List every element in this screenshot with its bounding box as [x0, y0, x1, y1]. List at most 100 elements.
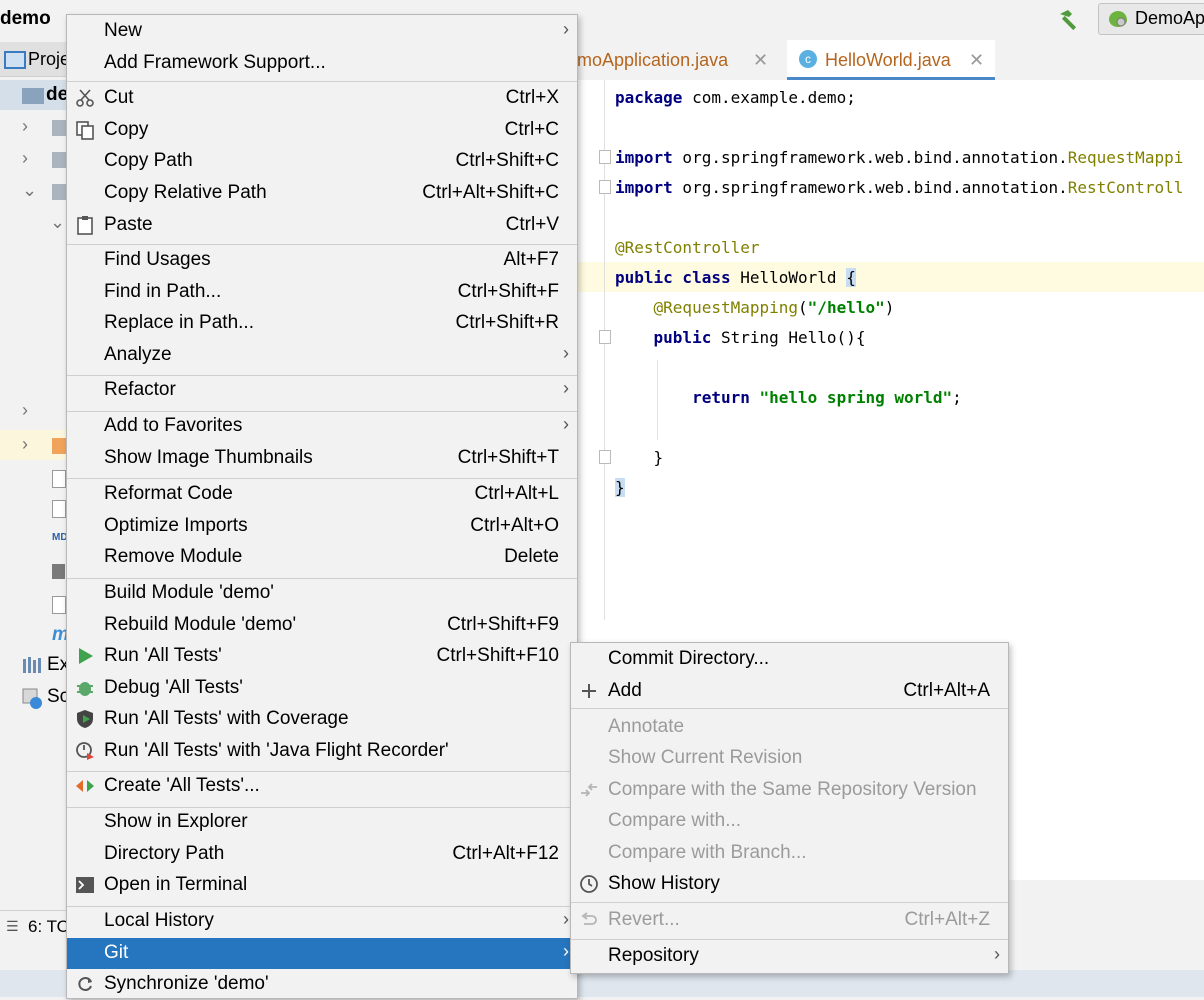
- ctx-item-debug-all-tests[interactable]: Debug 'All Tests': [67, 673, 577, 704]
- tab-close-icon[interactable]: ✕: [753, 40, 768, 80]
- git-item-compare-with-the-same-repository-version[interactable]: Compare with the Same Repository Version: [571, 775, 1008, 806]
- tab-label: HelloWorld.java: [825, 50, 951, 70]
- debug-icon: [75, 678, 95, 698]
- tree-root-label: de: [46, 84, 69, 105]
- fold-marker-icon[interactable]: [599, 180, 611, 194]
- ctx-item-remove-module[interactable]: Remove Module Delete: [67, 542, 577, 573]
- ctx-item-optimize-imports[interactable]: Optimize Imports Ctrl+Alt+O: [67, 511, 577, 542]
- menu-item-label: Replace in Path...: [104, 312, 254, 333]
- menu-item-label: Show Current Revision: [608, 747, 803, 768]
- build-hammer-icon[interactable]: [1056, 7, 1082, 33]
- tree-collapse-icon[interactable]: ⌄: [50, 212, 65, 233]
- git-item-commit-directory[interactable]: Commit Directory...: [571, 644, 1008, 675]
- menu-item-label: Copy Relative Path: [104, 182, 267, 203]
- git-item-repository[interactable]: Repository ›: [571, 941, 1008, 972]
- git-item-revert[interactable]: Revert... Ctrl+Alt+Z: [571, 905, 1008, 936]
- git-submenu: Commit Directory... Add Ctrl+Alt+A Annotate…: [570, 642, 1009, 974]
- ctx-item-create-all-tests[interactable]: Create 'All Tests'...: [67, 771, 577, 802]
- menu-item-label: Compare with...: [608, 810, 742, 831]
- ctx-item-replace-in-path[interactable]: Replace in Path... Ctrl+Shift+R: [67, 308, 577, 339]
- tab-label: emoApplication.java: [567, 50, 729, 70]
- menu-item-label: Show in Explorer: [104, 811, 248, 832]
- ctx-item-run-all-tests-with-coverage[interactable]: Run 'All Tests' with Coverage: [67, 704, 577, 735]
- menu-item-label: Debug 'All Tests': [104, 677, 243, 698]
- ctx-item-synchronize-demo[interactable]: Synchronize 'demo': [67, 969, 577, 1000]
- tree-expand-icon[interactable]: ›: [22, 434, 28, 455]
- ctx-item-rebuild-module-demo[interactable]: Rebuild Module 'demo' Ctrl+Shift+F9: [67, 610, 577, 641]
- project-tab-label: Proje: [28, 49, 71, 69]
- project-tool-window: [0, 40, 66, 940]
- project-title: demo: [0, 8, 51, 29]
- ctx-item-new[interactable]: New ›: [67, 16, 577, 47]
- tab-demo-application[interactable]: emoApplication.java ✕: [567, 40, 779, 80]
- ctx-item-open-in-terminal[interactable]: Open in Terminal: [67, 870, 577, 901]
- submenu-arrow-icon: ›: [563, 343, 569, 363]
- menu-item-label: Reformat Code: [104, 483, 233, 504]
- file-icon: [52, 500, 66, 518]
- file-icon: [52, 596, 66, 614]
- code-line-6: @RestController: [615, 238, 760, 257]
- tree-expand-icon[interactable]: ›: [22, 116, 28, 137]
- code-area[interactable]: package com.example.demo; import org.spr…: [575, 80, 1204, 600]
- ctx-item-directory-path[interactable]: Directory Path Ctrl+Alt+F12: [67, 839, 577, 870]
- project-view-header[interactable]: Proje: [0, 42, 70, 77]
- module-folder-icon: [22, 88, 44, 104]
- ctx-item-build-module-demo[interactable]: Build Module 'demo': [67, 578, 577, 609]
- editor-tab-bar: emoApplication.java ✕ c HelloWorld.java …: [567, 40, 1204, 81]
- code-line-1: package com.example.demo;: [615, 88, 856, 107]
- ctx-item-add-to-favorites[interactable]: Add to Favorites ›: [67, 411, 577, 442]
- ctx-item-paste[interactable]: Paste Ctrl+V: [67, 210, 577, 241]
- ctx-item-run-all-tests-with-java-flight-recorder[interactable]: Run 'All Tests' with 'Java Flight Record…: [67, 736, 577, 767]
- terminal-icon: [75, 875, 95, 895]
- menu-item-shortcut: Ctrl+Shift+F9: [447, 614, 559, 635]
- tree-row-highlighted[interactable]: ›: [0, 430, 66, 460]
- menu-item-label: Cut: [104, 87, 134, 108]
- menu-item-label: Create 'All Tests'...: [104, 775, 260, 796]
- fold-marker-icon[interactable]: [599, 450, 611, 464]
- tree-row-root[interactable]: de: [0, 80, 69, 110]
- git-item-show-current-revision[interactable]: Show Current Revision: [571, 743, 1008, 774]
- profiler-icon: [75, 741, 95, 761]
- menu-separator: [571, 902, 1008, 903]
- ctx-item-refactor[interactable]: Refactor ›: [67, 375, 577, 406]
- run-configuration-select[interactable]: DemoAp: [1098, 3, 1204, 35]
- sync-icon: [75, 974, 95, 994]
- menu-item-label: Remove Module: [104, 546, 243, 567]
- ctx-item-copy-path[interactable]: Copy Path Ctrl+Shift+C: [67, 146, 577, 177]
- tree-collapse-icon[interactable]: ⌄: [22, 180, 37, 201]
- fold-marker-icon[interactable]: [599, 330, 611, 344]
- clock-icon: [579, 874, 599, 894]
- menu-item-label: Compare with Branch...: [608, 842, 807, 863]
- ctx-item-git[interactable]: Git ›: [67, 938, 577, 969]
- menu-item-label: Rebuild Module 'demo': [104, 614, 297, 635]
- tab-close-icon[interactable]: ✕: [969, 40, 984, 80]
- git-item-add[interactable]: Add Ctrl+Alt+A: [571, 676, 1008, 707]
- ctx-item-cut[interactable]: Cut Ctrl+X: [67, 83, 577, 114]
- git-item-show-history[interactable]: Show History: [571, 869, 1008, 900]
- ctx-item-run-all-tests[interactable]: Run 'All Tests' Ctrl+Shift+F10: [67, 641, 577, 672]
- git-item-annotate[interactable]: Annotate: [571, 712, 1008, 743]
- tree-expand-icon[interactable]: ›: [22, 400, 28, 421]
- fold-marker-icon[interactable]: [599, 150, 611, 164]
- tree-expand-icon[interactable]: ›: [22, 148, 28, 169]
- ctx-item-copy[interactable]: Copy Ctrl+C: [67, 115, 577, 146]
- ctx-item-reformat-code[interactable]: Reformat Code Ctrl+Alt+L: [67, 479, 577, 510]
- tab-hello-world[interactable]: c HelloWorld.java ✕: [787, 40, 995, 80]
- menu-item-shortcut: Ctrl+Shift+T: [457, 447, 559, 468]
- ctx-item-copy-relative-path[interactable]: Copy Relative Path Ctrl+Alt+Shift+C: [67, 178, 577, 209]
- ctx-item-find-usages[interactable]: Find Usages Alt+F7: [67, 245, 577, 276]
- ctx-item-show-image-thumbnails[interactable]: Show Image Thumbnails Ctrl+Shift+T: [67, 443, 577, 474]
- git-item-compare-with-branch[interactable]: Compare with Branch...: [571, 838, 1008, 869]
- ctx-item-analyze[interactable]: Analyze ›: [67, 340, 577, 371]
- ctx-item-show-in-explorer[interactable]: Show in Explorer: [67, 807, 577, 838]
- git-item-compare-with[interactable]: Compare with...: [571, 806, 1008, 837]
- menu-item-shortcut: Ctrl+Alt+F12: [452, 843, 559, 864]
- run-configuration-label: DemoAp: [1135, 8, 1204, 28]
- ctx-item-add-framework-support[interactable]: Add Framework Support...: [67, 48, 577, 79]
- todo-tab[interactable]: 6: TO: [28, 917, 70, 937]
- ctx-item-local-history[interactable]: Local History ›: [67, 906, 577, 937]
- folder-icon: [52, 152, 66, 168]
- ctx-item-find-in-path[interactable]: Find in Path... Ctrl+Shift+F: [67, 277, 577, 308]
- scratches-icon: [22, 688, 42, 709]
- code-line-3: import org.springframework.web.bind.anno…: [615, 148, 1184, 167]
